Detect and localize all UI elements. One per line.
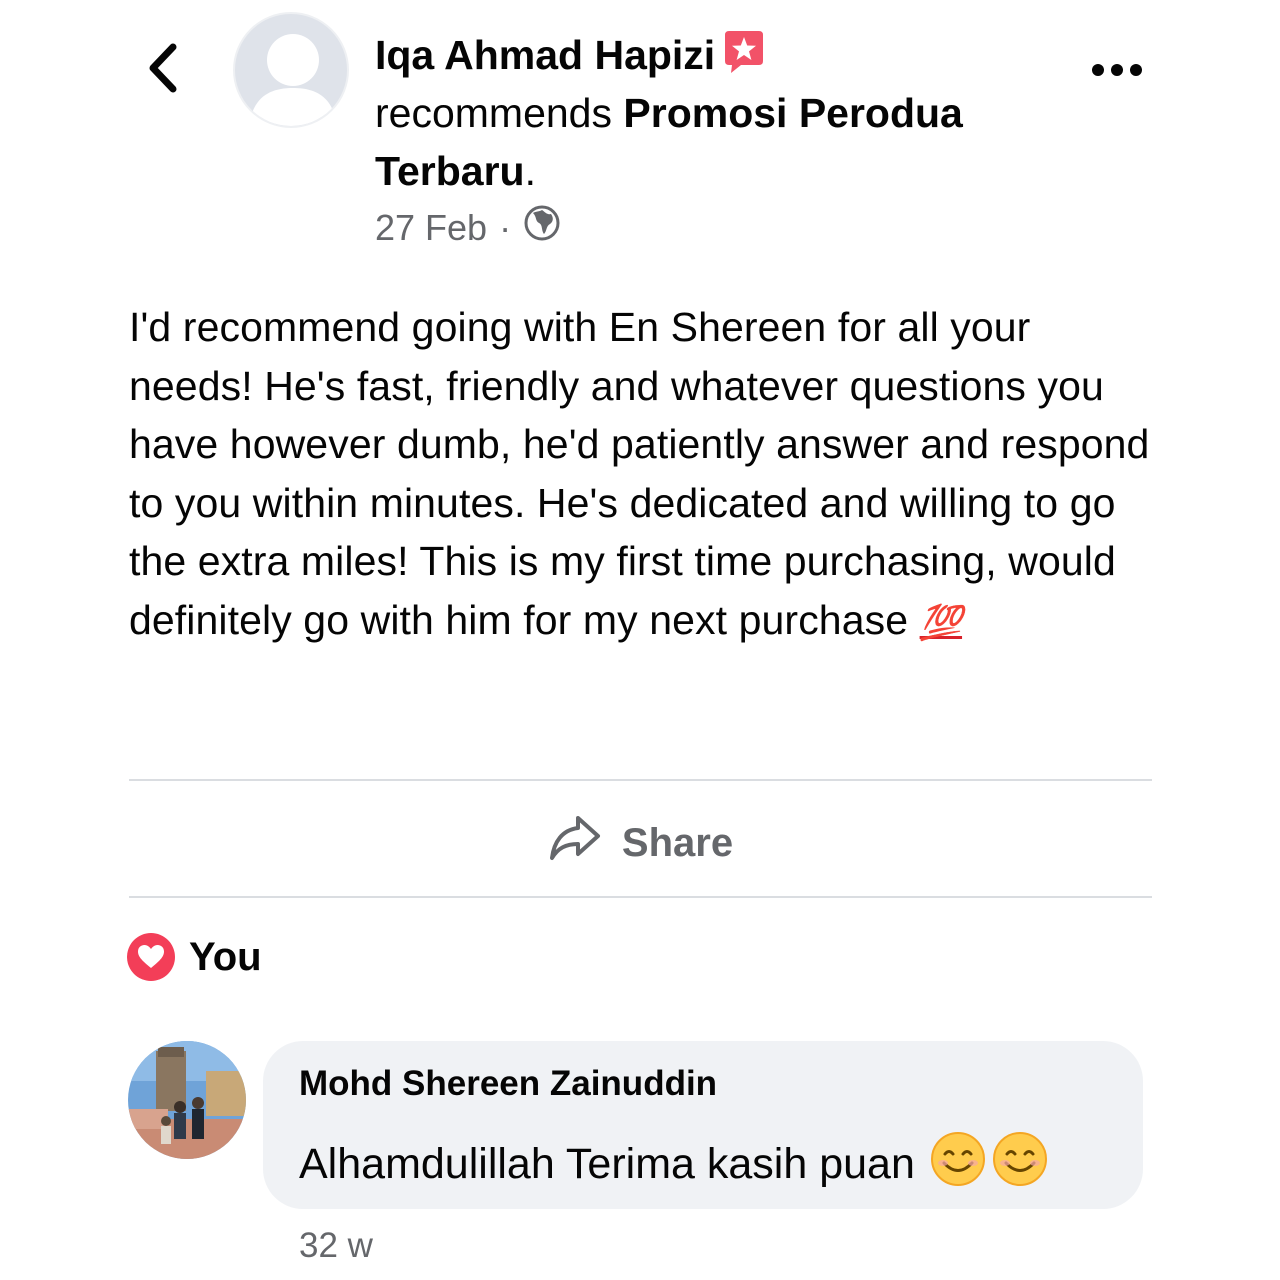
more-options-button[interactable] — [1088, 50, 1148, 90]
post-header: Iqa Ahmad Hapizi recommends Promosi Pero… — [375, 26, 1075, 200]
header-period: . — [524, 148, 537, 194]
post-text: I'd recommend going with En Shereen for … — [129, 304, 1150, 643]
divider-top — [129, 779, 1152, 781]
smiling-face-icon — [991, 1130, 1049, 1199]
author-name[interactable]: Iqa Ahmad Hapizi — [375, 32, 715, 78]
more-dots-icon — [1088, 64, 1148, 94]
commenter-avatar[interactable] — [128, 1041, 246, 1159]
comment-author[interactable]: Mohd Shereen Zainuddin — [299, 1064, 717, 1104]
reaction-summary[interactable]: You — [127, 933, 262, 981]
comment-body: Alhamdulillah Terima kasih puan — [299, 1130, 1049, 1199]
hundred-points-emoji: 💯 — [919, 603, 963, 642]
share-label: Share — [621, 820, 734, 865]
comment-text: Alhamdulillah Terima kasih puan — [299, 1140, 915, 1188]
reaction-label: You — [189, 934, 262, 979]
divider-bottom — [129, 896, 1152, 898]
comment-time[interactable]: 32 w — [299, 1226, 373, 1266]
meta-separator: · — [499, 206, 512, 248]
back-button[interactable] — [132, 38, 192, 102]
share-arrow-icon — [548, 814, 622, 872]
recommends-text: recommends — [375, 90, 612, 136]
post-body: I'd recommend going with En Shereen for … — [129, 298, 1159, 652]
author-avatar[interactable] — [233, 12, 349, 128]
globe-icon — [523, 204, 561, 251]
heart-reaction-icon — [127, 933, 175, 981]
smiling-face-icon — [929, 1130, 987, 1199]
chevron-left-icon — [145, 43, 179, 98]
post-meta: 27 Feb · — [375, 204, 561, 251]
post-date[interactable]: 27 Feb — [375, 207, 487, 249]
share-button[interactable]: Share — [129, 800, 1152, 886]
recommend-star-icon — [721, 29, 767, 75]
